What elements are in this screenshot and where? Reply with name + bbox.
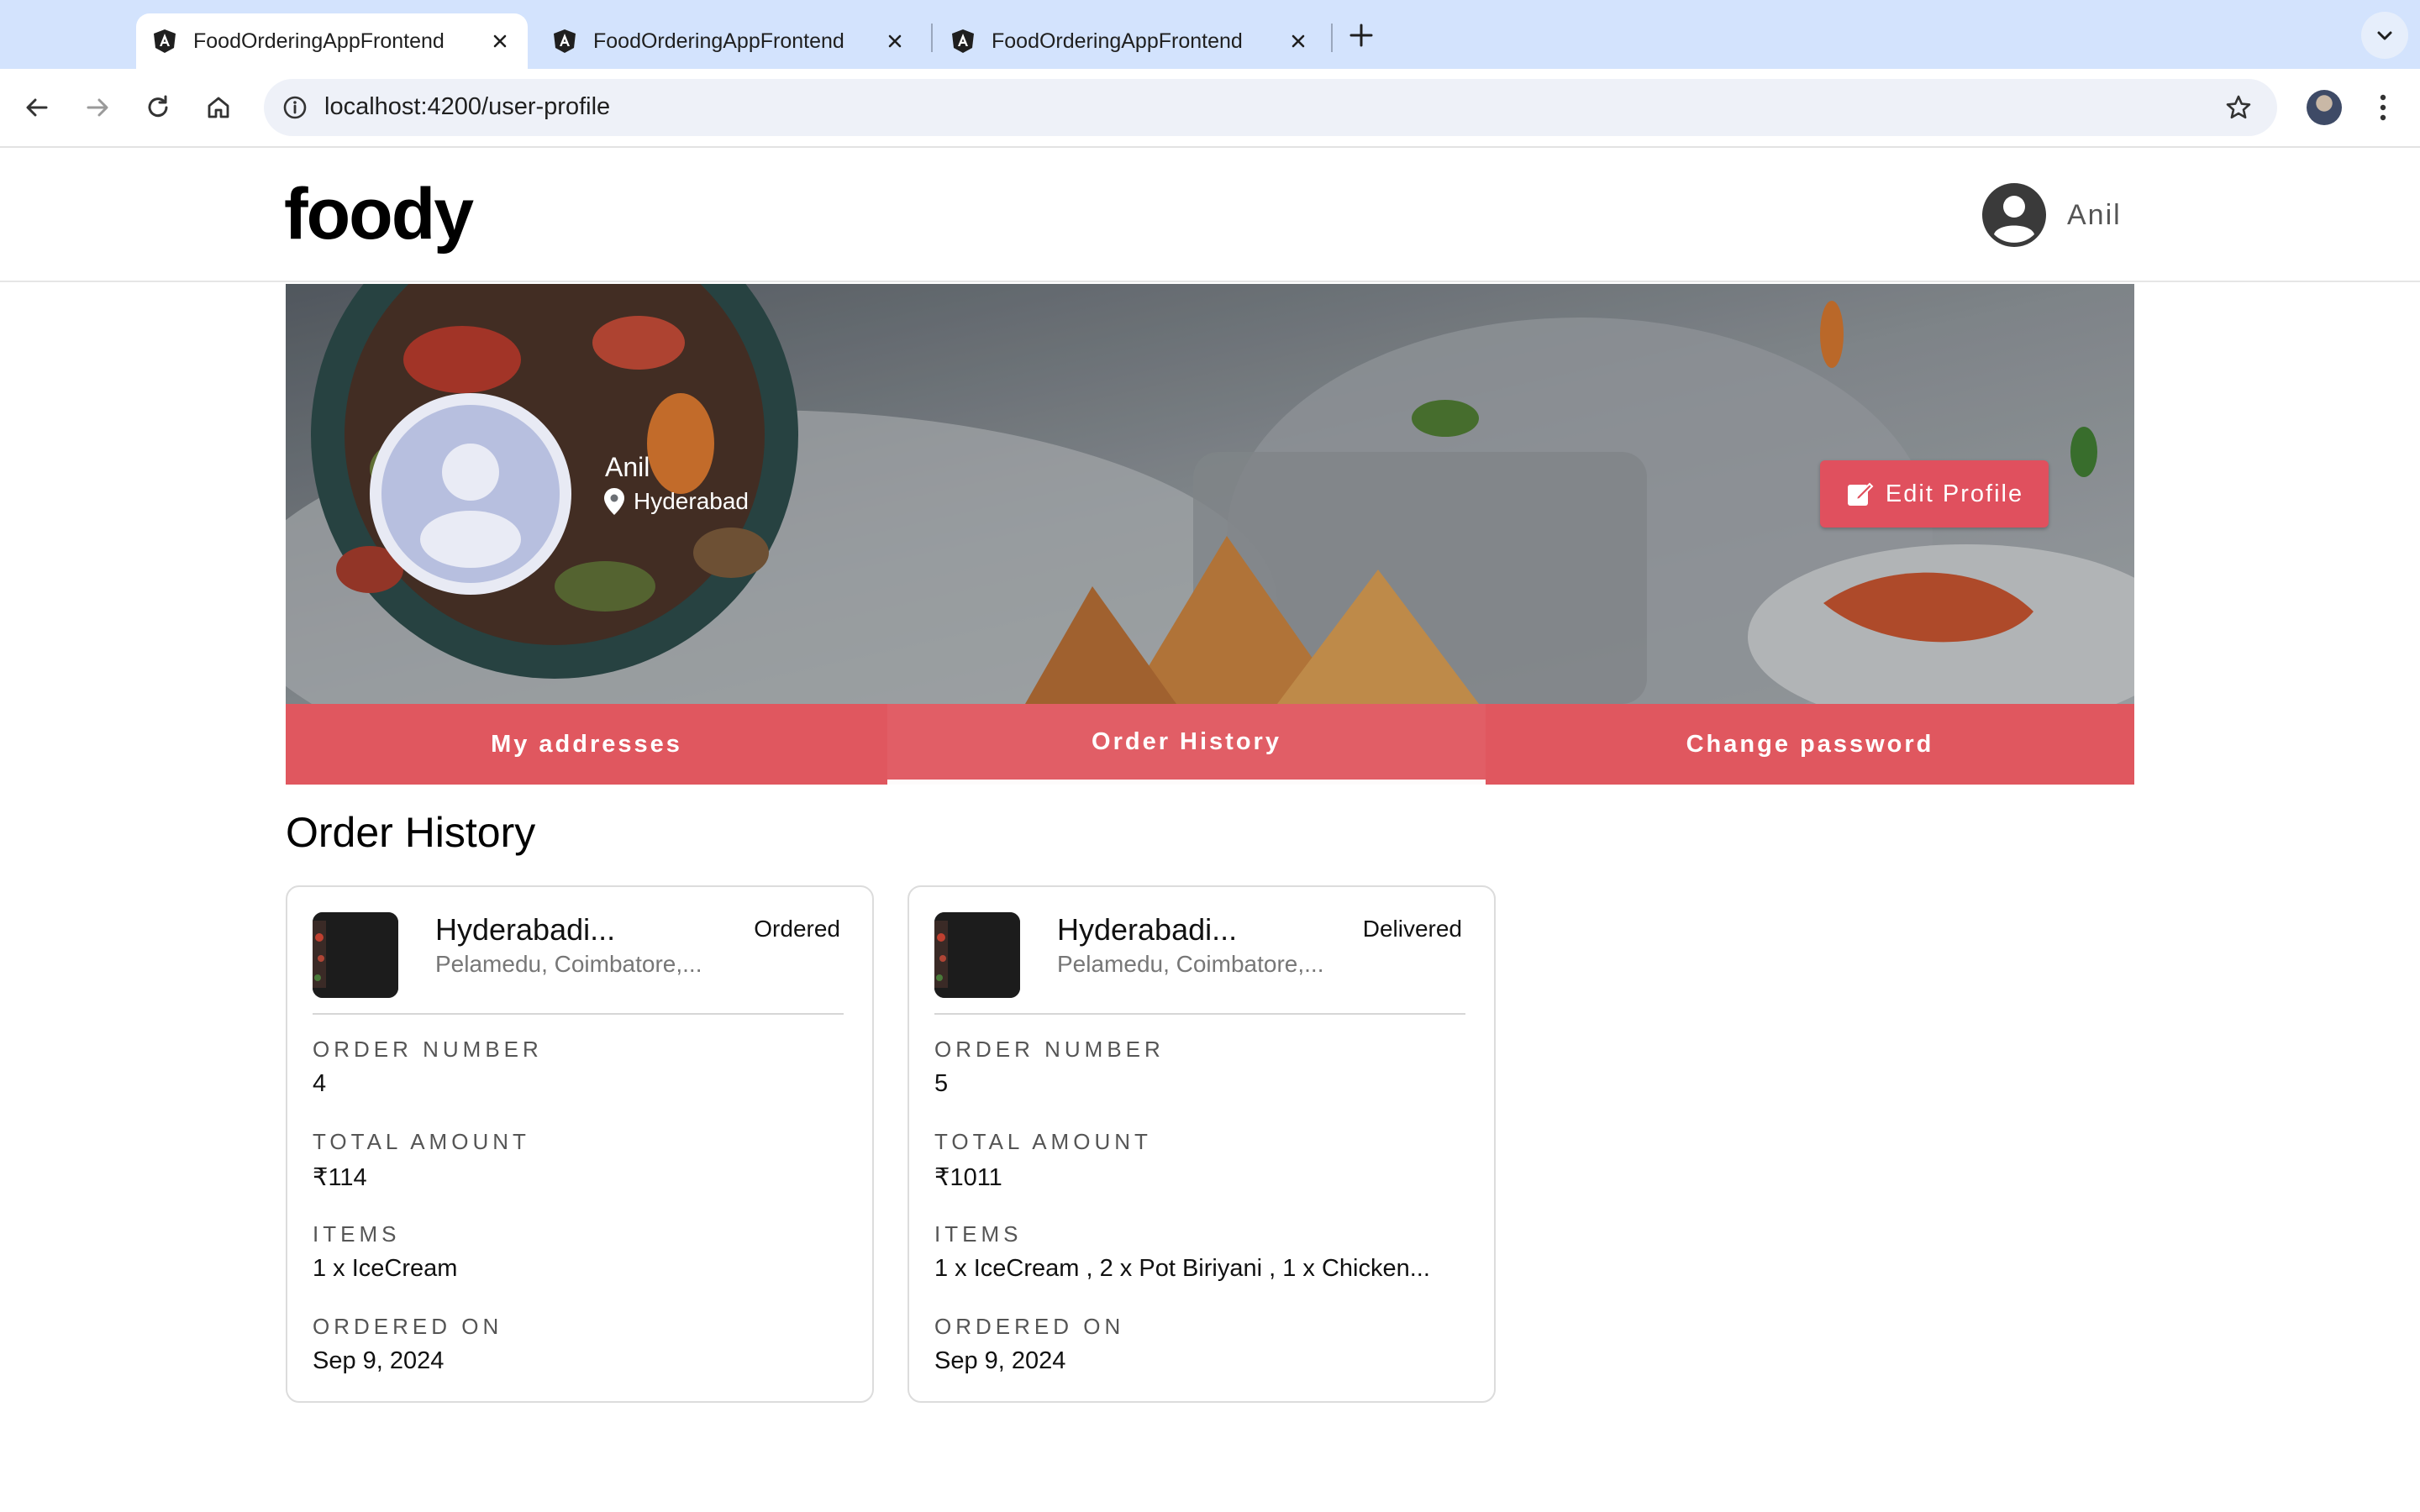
card-divider — [313, 1013, 844, 1015]
angular-icon — [154, 29, 176, 53]
profile-tabs: My addresses Order History Change passwo… — [286, 704, 2134, 785]
restaurant-name: Hyderabadi... — [435, 912, 616, 947]
bookmark-star-icon[interactable] — [2223, 92, 2254, 123]
browser-tabstrip: FoodOrderingAppFrontend FoodOrderingAppF… — [0, 0, 2420, 69]
total-amount-label: TOTAL AMOUNT — [313, 1129, 530, 1154]
home-button[interactable] — [200, 89, 237, 126]
section-title: Order History — [286, 809, 536, 856]
close-tab-icon[interactable] — [882, 29, 908, 54]
items-label: ITEMS — [934, 1221, 1023, 1247]
items-value: 1 x IceCream — [313, 1255, 458, 1282]
location-pin-icon — [604, 488, 624, 515]
browser-tab-3[interactable]: FoodOrderingAppFrontend — [934, 13, 1326, 69]
restaurant-address: Pelamedu, Coimbatore,... — [435, 951, 702, 977]
ordered-on-label: ORDERED ON — [934, 1314, 1125, 1339]
restaurant-thumbnail — [934, 912, 1020, 998]
location-text: Hyderabad — [634, 488, 749, 514]
app-header: foody Anil — [0, 148, 2420, 282]
url-text[interactable]: localhost:4200/user-profile — [324, 93, 610, 121]
close-tab-icon[interactable] — [1286, 29, 1311, 54]
default-user-icon — [420, 444, 521, 568]
browser-profile-avatar[interactable] — [2307, 90, 2342, 125]
order-status: Ordered — [754, 916, 840, 942]
total-amount-value: ₹114 — [313, 1164, 367, 1191]
tab-title: FoodOrderingAppFrontend — [193, 29, 445, 53]
order-status: Delivered — [1362, 916, 1462, 942]
header-username: Anil — [2067, 198, 2122, 231]
restaurant-address: Pelamedu, Coimbatore,... — [1057, 951, 1324, 977]
tab-change-password[interactable]: Change password — [1486, 704, 2134, 785]
tab-separator — [1331, 24, 1333, 52]
order-number-label: ORDER NUMBER — [313, 1037, 543, 1062]
restaurant-name: Hyderabadi... — [1057, 912, 1238, 947]
home-icon — [208, 97, 229, 118]
profile-banner: Anil Hyderabad Edit Profile — [286, 284, 2134, 704]
items-value: 1 x IceCream , 2 x Pot Biriyani , 1 x Ch… — [934, 1255, 1430, 1282]
order-card[interactable]: Hyderabadi... Pelamedu, Coimbatore,... D… — [908, 885, 1496, 1403]
profile-location: Hyderabad — [603, 487, 749, 516]
arrow-right-icon — [87, 98, 108, 117]
restaurant-thumbnail — [313, 912, 398, 998]
items-label: ITEMS — [313, 1221, 401, 1247]
reload-icon — [148, 95, 168, 118]
total-amount-value: ₹1011 — [934, 1164, 1002, 1191]
browser-tab-1[interactable]: FoodOrderingAppFrontend — [136, 13, 528, 69]
profile-avatar — [370, 393, 571, 595]
user-circle-icon — [1982, 183, 2046, 247]
order-number-value: 5 — [934, 1070, 949, 1097]
app-logo[interactable]: foody — [284, 173, 474, 256]
tab-separator — [931, 24, 933, 52]
ordered-on-value: Sep 9, 2024 — [313, 1347, 445, 1374]
browser-tab-2[interactable]: FoodOrderingAppFrontend — [536, 13, 923, 69]
chevron-down-icon — [2377, 31, 2392, 40]
close-tab-icon[interactable] — [487, 29, 513, 54]
angular-icon — [952, 29, 974, 53]
address-bar[interactable]: localhost:4200/user-profile — [264, 79, 2277, 136]
info-icon[interactable] — [281, 93, 309, 122]
tab-title: FoodOrderingAppFrontend — [992, 29, 1243, 53]
ordered-on-label: ORDERED ON — [313, 1314, 503, 1339]
forward-button[interactable] — [79, 89, 116, 126]
profile-name: Anil — [605, 452, 650, 482]
angular-icon — [554, 29, 576, 53]
order-number-value: 4 — [313, 1070, 327, 1097]
edit-profile-button[interactable]: Edit Profile — [1820, 460, 2049, 528]
user-menu[interactable]: Anil — [1981, 181, 2122, 249]
more-menu-icon[interactable] — [2368, 89, 2398, 126]
new-tab-icon[interactable] — [1344, 18, 1378, 52]
tab-title: FoodOrderingAppFrontend — [593, 29, 844, 53]
order-card[interactable]: Hyderabadi... Pelamedu, Coimbatore,... O… — [286, 885, 874, 1403]
edit-icon — [1847, 482, 1874, 506]
total-amount-label: TOTAL AMOUNT — [934, 1129, 1152, 1154]
tab-order-history[interactable]: Order History — [887, 704, 1486, 785]
back-button[interactable] — [18, 89, 55, 126]
ordered-on-value: Sep 9, 2024 — [934, 1347, 1066, 1374]
card-divider — [934, 1013, 1465, 1015]
reload-button[interactable] — [139, 89, 176, 126]
edit-profile-label: Edit Profile — [1885, 480, 2024, 507]
order-number-label: ORDER NUMBER — [934, 1037, 1165, 1062]
browser-toolbar: localhost:4200/user-profile — [0, 69, 2420, 148]
tab-my-addresses[interactable]: My addresses — [286, 704, 887, 785]
tab-search-button[interactable] — [2361, 12, 2408, 59]
arrow-left-icon — [26, 98, 48, 117]
